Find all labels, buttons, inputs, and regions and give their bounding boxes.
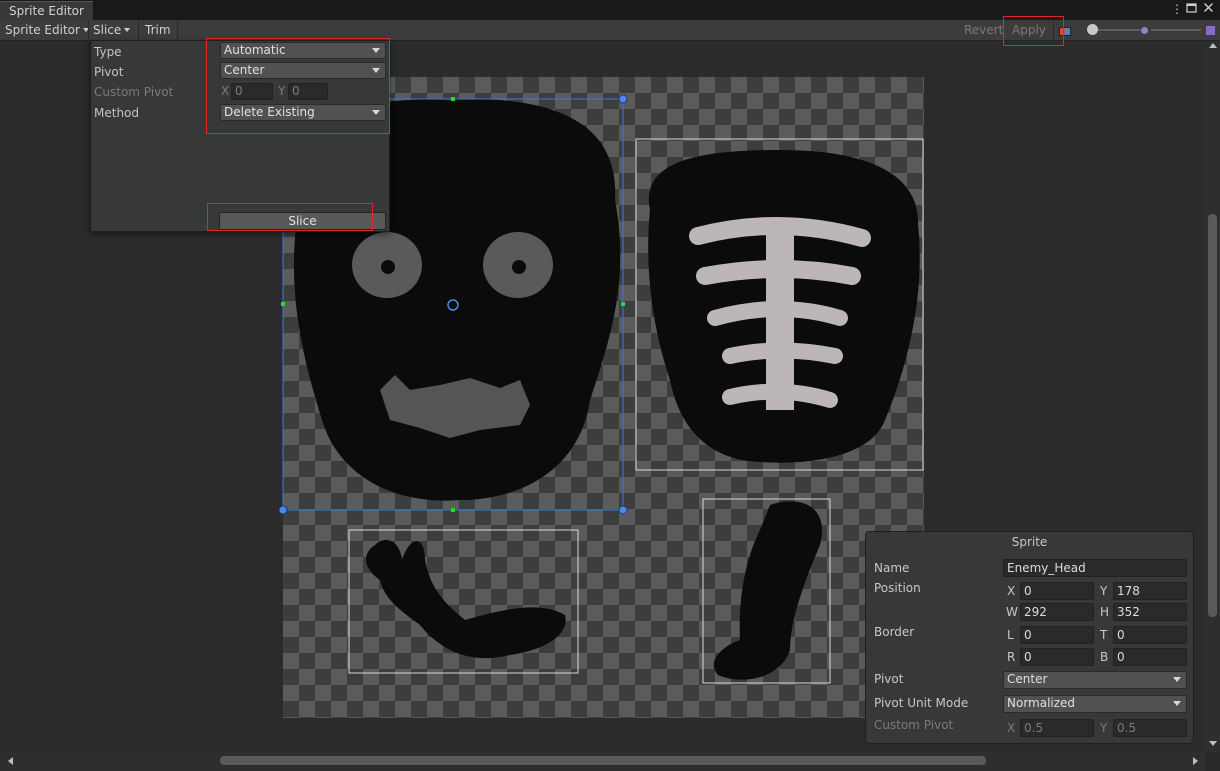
pivot-value: Center bbox=[1007, 672, 1048, 686]
r-label: R bbox=[1007, 650, 1016, 664]
mip-large-icon bbox=[1206, 26, 1215, 35]
border-label: Border bbox=[874, 625, 915, 639]
custom-pivot-label: Custom Pivot bbox=[874, 718, 954, 732]
x-label: X bbox=[1007, 584, 1016, 598]
arm-sprite[interactable] bbox=[365, 540, 566, 659]
chevron-down-icon bbox=[1173, 677, 1181, 682]
chevron-down-icon bbox=[1173, 701, 1181, 706]
edge-handle[interactable] bbox=[451, 508, 455, 512]
vertical-scrollbar[interactable] bbox=[1206, 41, 1220, 752]
highlight-box bbox=[207, 203, 373, 231]
pivot-unit-value: Normalized bbox=[1007, 696, 1076, 710]
height-field[interactable]: 352 bbox=[1113, 603, 1187, 621]
scroll-down-icon[interactable] bbox=[1209, 741, 1217, 746]
border-bottom-field[interactable]: 0 bbox=[1113, 648, 1187, 666]
h-label: H bbox=[1100, 605, 1110, 619]
method-label: Method bbox=[94, 106, 140, 120]
highlight-box bbox=[1003, 16, 1064, 46]
vertical-scroll-thumb[interactable] bbox=[1208, 214, 1217, 617]
position-y-field[interactable]: 178 bbox=[1113, 582, 1187, 600]
custom-pivot-y-field[interactable]: 0.5 bbox=[1113, 719, 1187, 737]
t-label: T bbox=[1100, 628, 1108, 642]
horizontal-scrollbar[interactable] bbox=[0, 752, 1206, 771]
pivot-unit-mode-label: Pivot Unit Mode bbox=[874, 696, 969, 710]
pivot-label: Pivot bbox=[874, 672, 904, 686]
position-label: Position bbox=[874, 581, 921, 595]
corner-handle[interactable] bbox=[618, 505, 628, 515]
border-right-field[interactable]: 0 bbox=[1020, 648, 1094, 666]
width-field[interactable]: 292 bbox=[1020, 603, 1094, 621]
name-label: Name bbox=[874, 561, 910, 575]
highlight-box bbox=[206, 38, 390, 134]
pivot-unit-mode-dropdown[interactable]: Normalized bbox=[1003, 695, 1187, 713]
l-label: L bbox=[1007, 628, 1014, 642]
edge-handle[interactable] bbox=[621, 302, 625, 306]
panel-title: Sprite bbox=[1011, 535, 1048, 549]
w-label: W bbox=[1006, 605, 1018, 619]
border-top-field[interactable]: 0 bbox=[1113, 626, 1187, 644]
custom-pivot-x-field[interactable]: 0.5 bbox=[1020, 719, 1094, 737]
type-label: Type bbox=[94, 45, 122, 59]
custom-pivot-label: Custom Pivot bbox=[94, 85, 174, 99]
cp-x-label: X bbox=[1007, 721, 1016, 735]
leg-sprite[interactable] bbox=[713, 501, 822, 680]
scroll-left-icon[interactable] bbox=[8, 757, 13, 765]
border-left-field[interactable]: 0 bbox=[1020, 626, 1094, 644]
position-x-field[interactable]: 0 bbox=[1020, 582, 1094, 600]
scroll-right-icon[interactable] bbox=[1193, 757, 1198, 765]
scroll-up-icon[interactable] bbox=[1209, 43, 1217, 48]
cp-y-label: Y bbox=[1100, 721, 1108, 735]
y-label: Y bbox=[1100, 584, 1108, 598]
sprite-inspector: Sprite Name Enemy_Head Position X 0 Y 17… bbox=[865, 531, 1194, 744]
corner-handle[interactable] bbox=[618, 94, 628, 104]
ribcage-sprite[interactable] bbox=[648, 150, 920, 463]
pivot-dropdown[interactable]: Center bbox=[1003, 671, 1187, 689]
edge-handle[interactable] bbox=[451, 97, 455, 101]
horizontal-scroll-thumb[interactable] bbox=[220, 756, 986, 765]
b-label: B bbox=[1100, 650, 1109, 664]
edge-handle[interactable] bbox=[281, 302, 285, 306]
corner-handle[interactable] bbox=[278, 505, 288, 515]
pivot-label: Pivot bbox=[94, 65, 124, 79]
name-field[interactable]: Enemy_Head bbox=[1003, 559, 1187, 577]
